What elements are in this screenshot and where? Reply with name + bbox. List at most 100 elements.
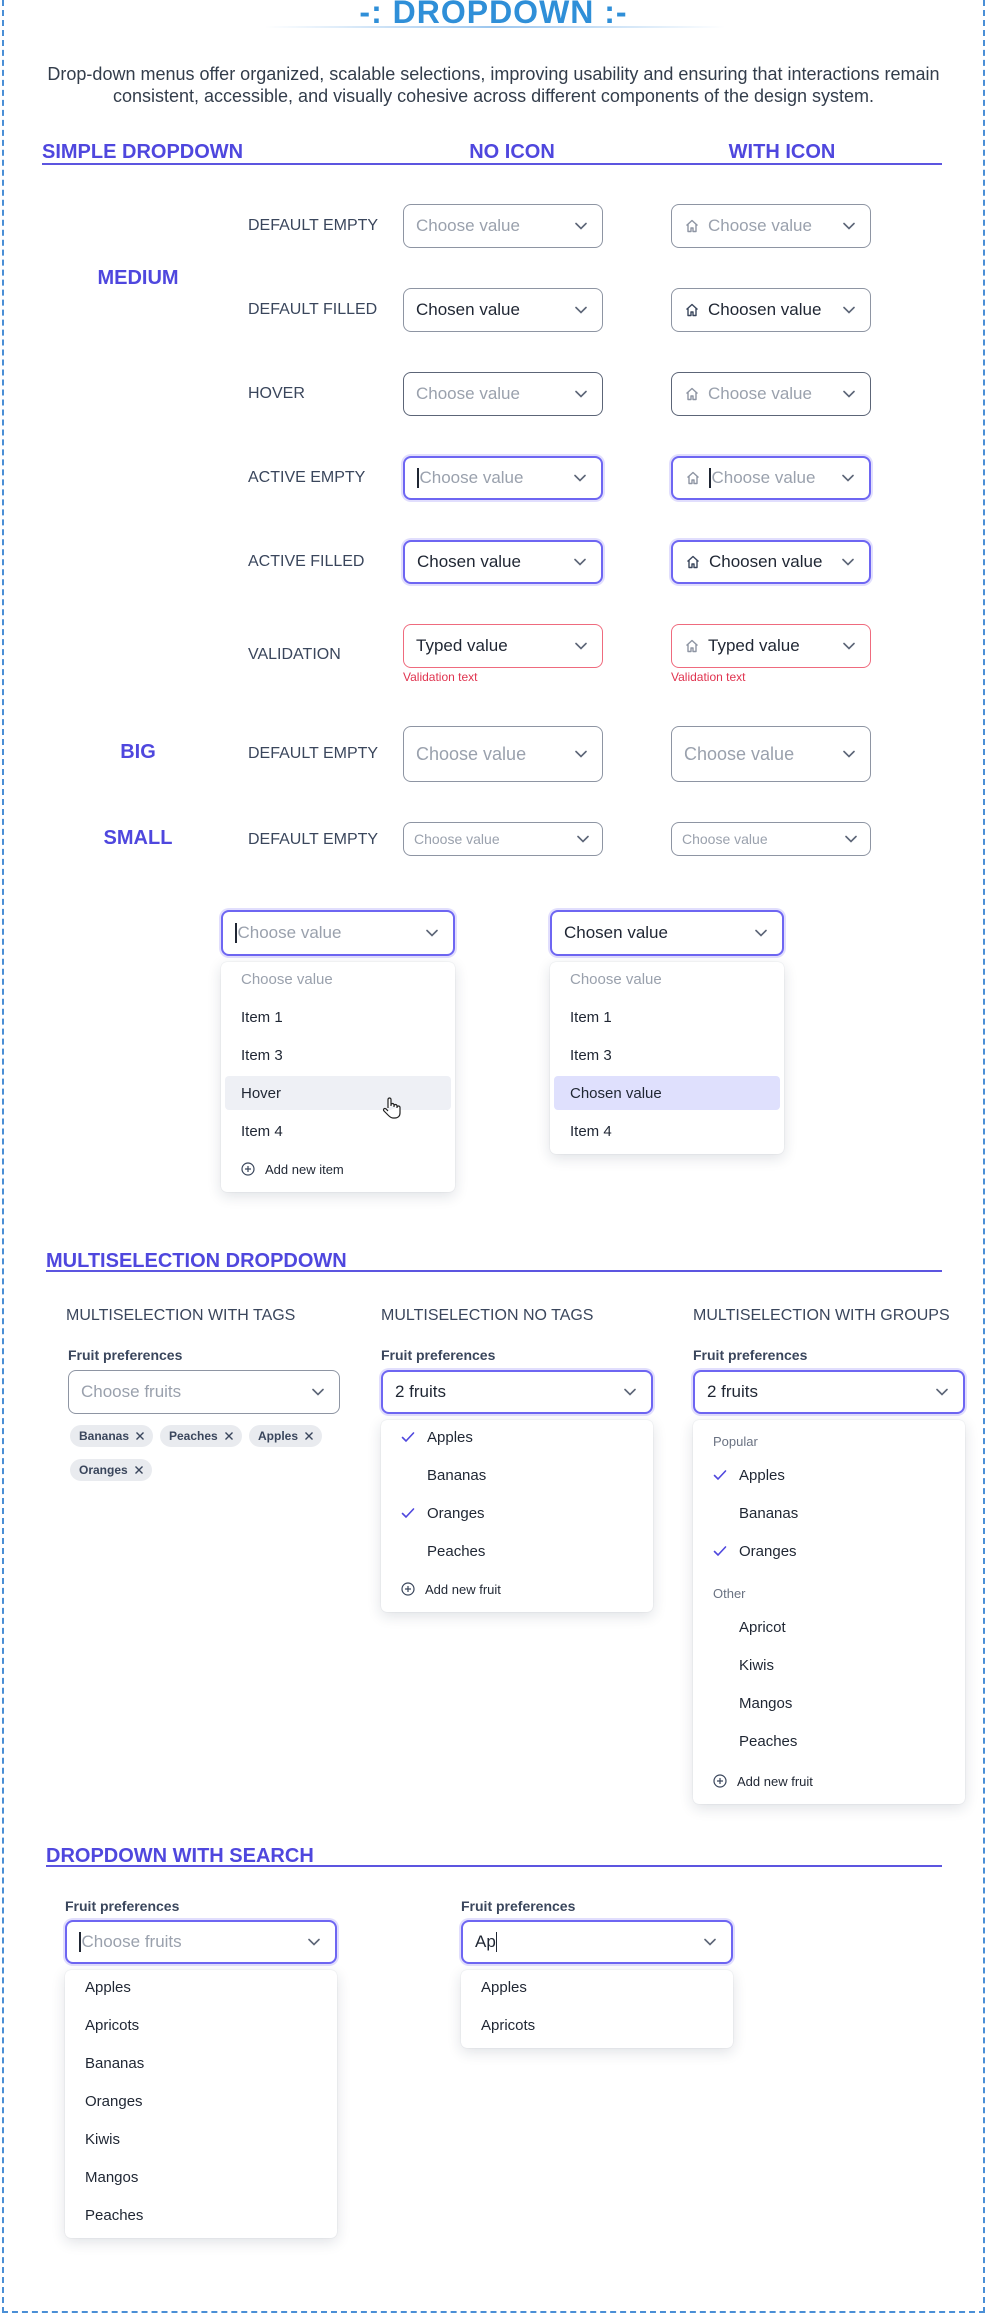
- menu-option[interactable]: Mangos: [693, 1686, 965, 1720]
- tag-label: Bananas: [79, 1429, 130, 1443]
- menu-item[interactable]: Item 4: [550, 1114, 784, 1148]
- dropdown-value: Chosen value: [564, 923, 668, 942]
- plus-circle-icon: [401, 1581, 417, 1597]
- menu-item[interactable]: Item 1: [221, 1000, 455, 1034]
- chevron-down-icon: [572, 385, 590, 403]
- chevron-down-icon: [840, 385, 858, 403]
- search-placeholder: Choose fruits: [81, 1932, 182, 1951]
- menu-item[interactable]: Apricots: [65, 2008, 337, 2042]
- menu-item[interactable]: Oranges: [65, 2084, 337, 2118]
- multiselect-groups-dropdown[interactable]: 2 fruits: [693, 1370, 965, 1414]
- dropdown-default-filled[interactable]: Chosen value: [403, 288, 603, 332]
- option-label: Oranges: [427, 1504, 485, 1522]
- tag-label: Oranges: [79, 1463, 128, 1477]
- menu-item[interactable]: Kiwis: [65, 2122, 337, 2156]
- menu-item[interactable]: Item 3: [550, 1038, 784, 1072]
- dropdown-default-empty[interactable]: Choose value: [403, 204, 603, 248]
- menu-option[interactable]: Bananas: [693, 1496, 965, 1530]
- group-label: Other: [713, 1586, 746, 1601]
- title-underline: [265, 26, 725, 28]
- menu-item[interactable]: Item 3: [221, 1038, 455, 1072]
- dropdown-open-filled[interactable]: Chosen value: [550, 910, 784, 956]
- subsection-title: MULTISELECTION WITH TAGS: [66, 1307, 296, 1324]
- dropdown-hover[interactable]: Choose value: [403, 372, 603, 416]
- dropdown-hover-icon[interactable]: Choose value: [671, 372, 871, 416]
- close-icon[interactable]: [224, 1430, 236, 1442]
- menu-option[interactable]: Kiwis: [693, 1648, 965, 1682]
- dropdown-placeholder: Choose value: [708, 216, 812, 235]
- close-icon[interactable]: [304, 1430, 316, 1442]
- menu-option-checked[interactable]: Apples: [693, 1458, 965, 1492]
- chevron-down-icon: [840, 637, 858, 655]
- menu-item[interactable]: Item 4: [221, 1114, 455, 1148]
- option-label: Apples: [739, 1466, 785, 1484]
- chevron-down-icon: [621, 1383, 639, 1401]
- dropdown-default-empty-icon[interactable]: Choose value: [671, 204, 871, 248]
- menu-item[interactable]: Peaches: [65, 2198, 337, 2232]
- tag: Apples: [249, 1425, 323, 1447]
- tag: Peaches: [160, 1425, 242, 1447]
- search-dropdown-empty[interactable]: Choose fruits: [65, 1920, 337, 1964]
- dropdown-placeholder: Choose fruits: [81, 1382, 182, 1401]
- menu-item-placeholder[interactable]: Choose value: [550, 962, 784, 996]
- menu-item-placeholder[interactable]: Choose value: [221, 962, 455, 996]
- add-new-item-button[interactable]: Add new item: [221, 1152, 455, 1186]
- dropdown-active-empty[interactable]: Choose value: [403, 456, 603, 500]
- dropdown-small-default-empty-2[interactable]: Choose value: [671, 822, 871, 856]
- option-label: Bananas: [427, 1466, 487, 1484]
- dropdown-big-default-empty-2[interactable]: Choose value: [671, 726, 871, 782]
- chevron-down-icon: [571, 469, 589, 487]
- chevron-down-icon: [572, 637, 590, 655]
- menu-option[interactable]: Bananas: [381, 1458, 653, 1492]
- page-description: Drop-down menus offer organized, scalabl…: [47, 64, 940, 106]
- multiselect-tags-dropdown[interactable]: Choose fruits: [68, 1370, 340, 1414]
- menu-item[interactable]: Apples: [461, 1970, 733, 2004]
- dropdown-big-default-empty[interactable]: Choose value: [403, 726, 603, 782]
- search-results-menu: Apples Apricots: [461, 1970, 733, 2048]
- field-label: Fruit preferences: [381, 1347, 496, 1363]
- menu-option-checked[interactable]: Apples: [381, 1420, 653, 1454]
- field-label: Fruit preferences: [65, 1898, 180, 1914]
- option-label: Kiwis: [739, 1656, 775, 1674]
- multiselect-no-tags-dropdown[interactable]: 2 fruits: [381, 1370, 653, 1414]
- field-label: Fruit preferences: [461, 1898, 576, 1914]
- menu-option[interactable]: Apricot: [693, 1610, 965, 1644]
- chevron-down-icon: [572, 217, 590, 235]
- menu-item[interactable]: Bananas: [65, 2046, 337, 2080]
- dropdown-active-filled-icon[interactable]: Choosen value: [671, 540, 871, 584]
- dropdown-default-filled-icon[interactable]: Choosen value: [671, 288, 871, 332]
- chevron-down-icon: [571, 553, 589, 571]
- menu-item[interactable]: Apricots: [461, 2008, 733, 2042]
- menu-item-selected[interactable]: Chosen value: [554, 1076, 780, 1110]
- dropdown-active-filled[interactable]: Chosen value: [403, 540, 603, 584]
- close-icon[interactable]: [135, 1430, 147, 1442]
- menu-item-hover[interactable]: Hover: [225, 1076, 451, 1110]
- check-icon: [401, 1429, 417, 1445]
- menu-item[interactable]: Mangos: [65, 2160, 337, 2194]
- dropdown-active-empty-icon[interactable]: Choose value: [671, 456, 871, 500]
- subsection-title: MULTISELECTION NO TAGS: [381, 1307, 594, 1324]
- dropdown-validation[interactable]: Typed value: [403, 624, 603, 668]
- text-cursor: [79, 1932, 81, 1952]
- add-new-fruit-button[interactable]: Add new fruit: [693, 1764, 965, 1798]
- search-dropdown-typed[interactable]: Ap: [461, 1920, 733, 1964]
- menu-option[interactable]: Peaches: [693, 1724, 965, 1758]
- chevron-down-icon: [842, 830, 860, 848]
- close-icon[interactable]: [134, 1464, 146, 1476]
- dropdown-open-empty[interactable]: Choose value: [221, 910, 455, 956]
- home-icon: [684, 217, 702, 235]
- home-icon: [684, 301, 702, 319]
- home-icon: [685, 469, 703, 487]
- menu-item[interactable]: Apples: [65, 1970, 337, 2004]
- home-icon: [684, 385, 702, 403]
- menu-option[interactable]: Peaches: [381, 1534, 653, 1568]
- menu-item[interactable]: Item 1: [550, 1000, 784, 1034]
- add-new-fruit-button[interactable]: Add new fruit: [381, 1572, 653, 1606]
- size-label-small: SMALL: [103, 827, 173, 849]
- dropdown-validation-icon[interactable]: Typed value: [671, 624, 871, 668]
- dropdown-small-default-empty[interactable]: Choose value: [403, 822, 603, 856]
- dropdown-placeholder: Choose value: [684, 743, 795, 764]
- field-label: Fruit preferences: [693, 1347, 808, 1363]
- menu-option-checked[interactable]: Oranges: [381, 1496, 653, 1530]
- menu-option-checked[interactable]: Oranges: [693, 1534, 965, 1568]
